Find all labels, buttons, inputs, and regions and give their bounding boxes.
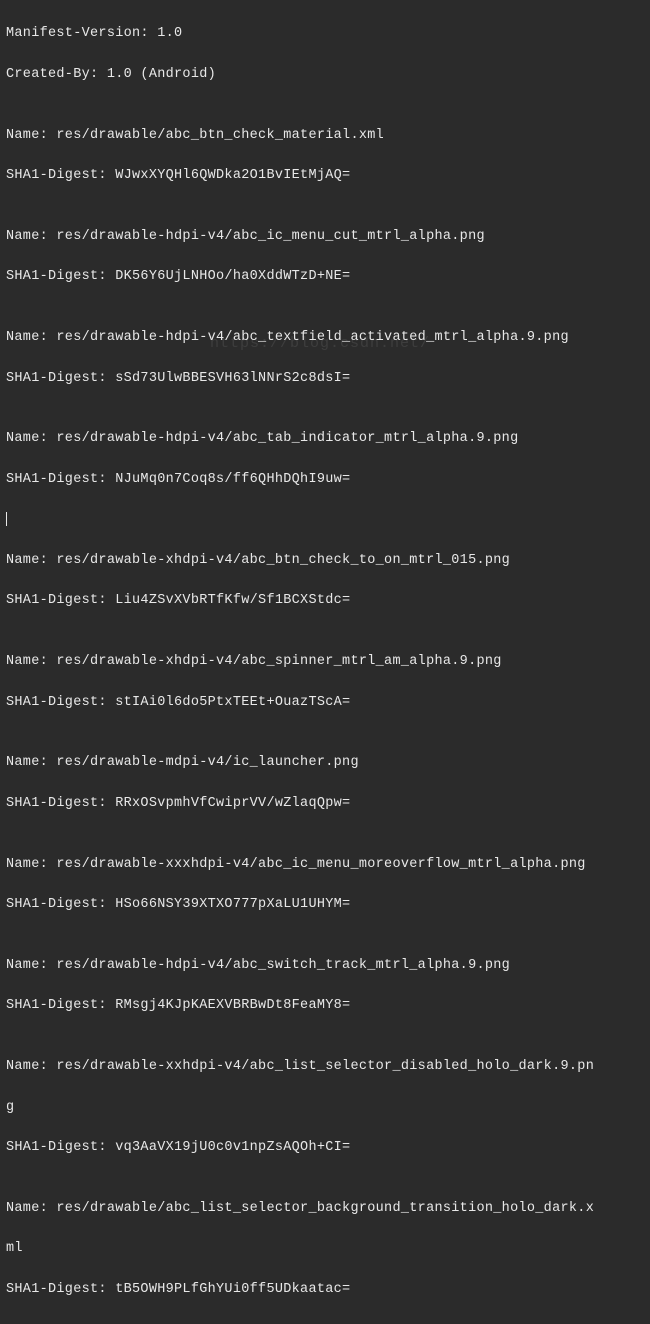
cursor-line (6, 510, 644, 530)
entry-digest: SHA1-Digest: DK56Y6UjLNHOo/ha0XddWTzD+NE… (6, 267, 644, 287)
header-line: Manifest-Version: 1.0 (6, 24, 644, 44)
entry-digest: SHA1-Digest: vq3AaVX19jU0c0v1npZsAQOh+CI… (6, 1138, 644, 1158)
entry-name: Name: res/drawable-hdpi-v4/abc_textfield… (6, 328, 644, 348)
entry-name-cont: g (6, 1098, 644, 1118)
entry-digest: SHA1-Digest: WJwxXYQHl6QWDka2O1BvIEtMjAQ… (6, 166, 644, 186)
entry-name: Name: res/drawable-xhdpi-v4/abc_btn_chec… (6, 551, 644, 571)
entry-name: Name: res/drawable-hdpi-v4/abc_switch_tr… (6, 956, 644, 976)
header-line: Created-By: 1.0 (Android) (6, 65, 644, 85)
entry-name: Name: res/drawable-mdpi-v4/ic_launcher.p… (6, 753, 644, 773)
text-cursor (6, 512, 7, 526)
entry-name: Name: res/drawable-hdpi-v4/abc_ic_menu_c… (6, 227, 644, 247)
entry-digest: SHA1-Digest: HSo66NSY39XTXO777pXaLU1UHYM… (6, 895, 644, 915)
entry-digest: SHA1-Digest: RMsgj4KJpKAEXVBRBwDt8FeaMY8… (6, 996, 644, 1016)
entry-name: Name: res/drawable-xxxhdpi-v4/abc_ic_men… (6, 855, 644, 875)
entry-digest: SHA1-Digest: sSd73UlwBBESVH63lNNrS2c8dsI… (6, 369, 644, 389)
entry-digest: SHA1-Digest: Liu4ZSvXVbRTfKfw/Sf1BCXStdc… (6, 591, 644, 611)
entry-name: Name: res/drawable-hdpi-v4/abc_tab_indic… (6, 429, 644, 449)
entry-name: Name: res/drawable-xhdpi-v4/abc_spinner_… (6, 652, 644, 672)
manifest-text: Manifest-Version: 1.0 Created-By: 1.0 (A… (0, 0, 650, 1324)
entry-name-cont: ml (6, 1239, 644, 1259)
entry-name: Name: res/drawable/abc_btn_check_materia… (6, 126, 644, 146)
entry-name: Name: res/drawable-xxhdpi-v4/abc_list_se… (6, 1057, 644, 1077)
entry-digest: SHA1-Digest: NJuMq0n7Coq8s/ff6QHhDQhI9uw… (6, 470, 644, 490)
entry-digest: SHA1-Digest: tB5OWH9PLfGhYUi0ff5UDkaatac… (6, 1280, 644, 1300)
entry-name: Name: res/drawable/abc_list_selector_bac… (6, 1199, 644, 1219)
entry-digest: SHA1-Digest: RRxOSvpmhVfCwiprVV/wZlaqQpw… (6, 794, 644, 814)
entry-digest: SHA1-Digest: stIAi0l6do5PtxTEEt+OuazTScA… (6, 693, 644, 713)
